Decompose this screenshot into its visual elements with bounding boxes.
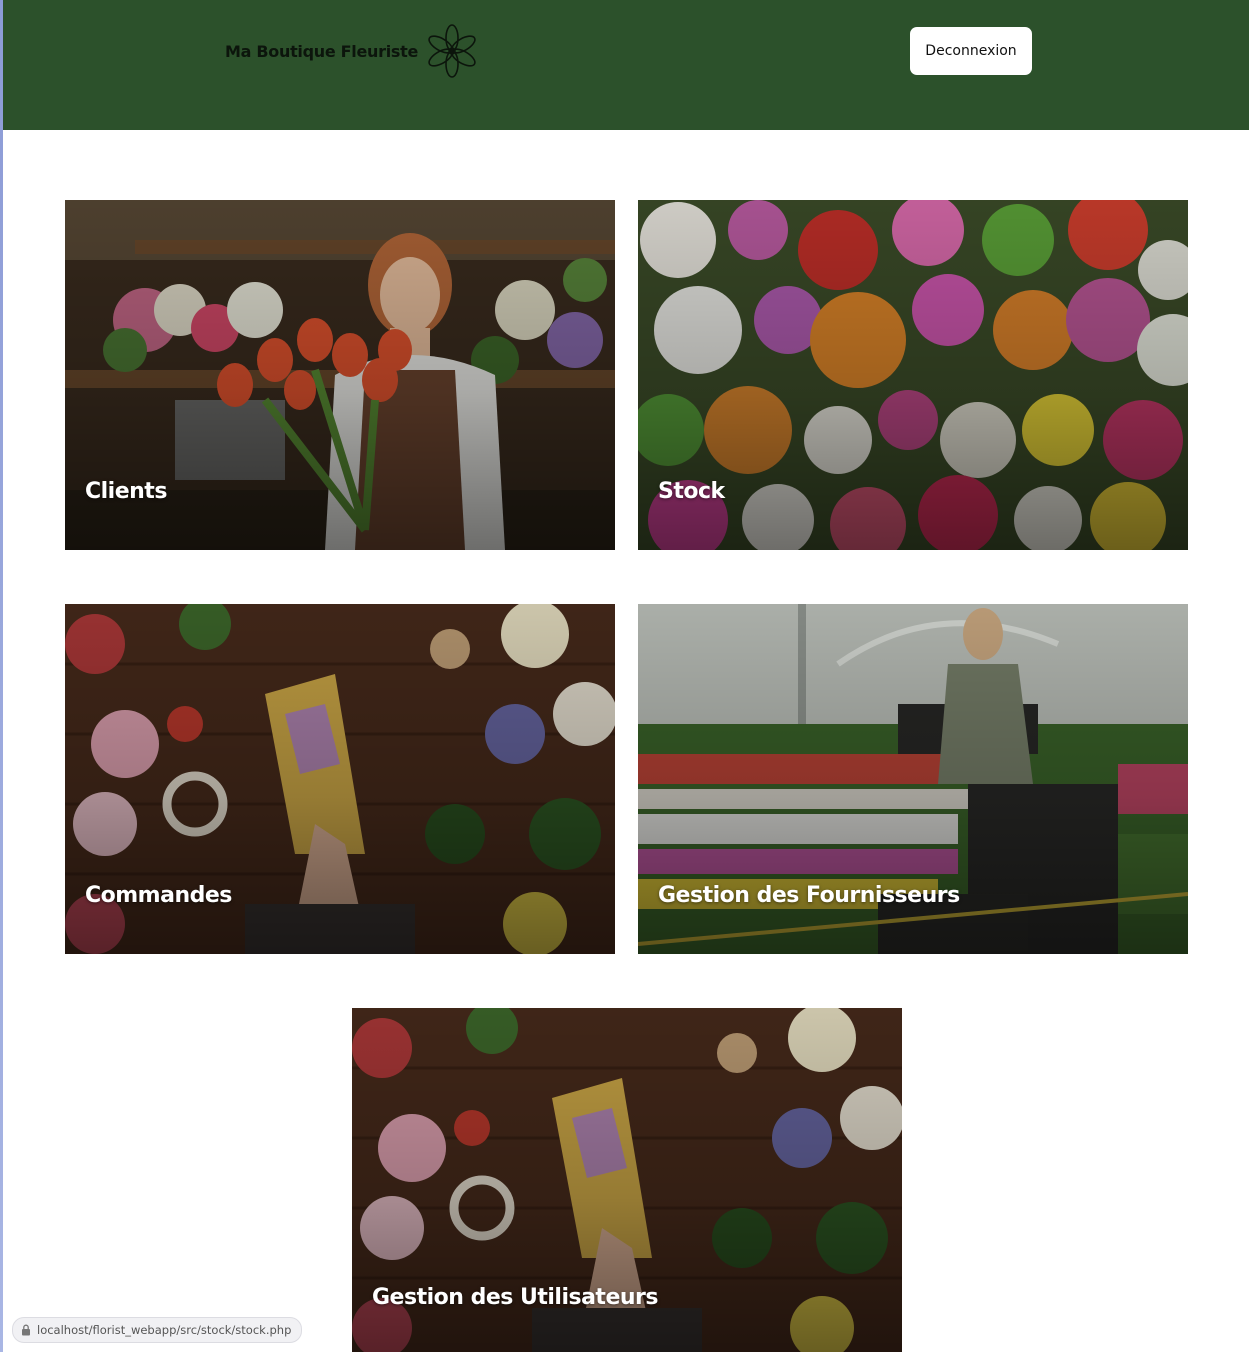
card-label: Gestion des Fournisseurs	[658, 883, 960, 908]
flower-icon	[428, 24, 476, 78]
logout-button[interactable]: Deconnexion	[910, 27, 1032, 75]
card-clients[interactable]: Clients	[65, 200, 615, 550]
lock-icon	[22, 1324, 30, 1336]
card-utilisateurs[interactable]: Gestion des Utilisateurs	[352, 1008, 902, 1352]
card-label: Commandes	[85, 883, 232, 908]
brand-name: Ma Boutique Fleuriste	[225, 41, 419, 61]
top-header: Ma Boutique Fleuriste Deconnexion	[3, 0, 1249, 130]
card-label: Stock	[658, 479, 725, 504]
card-stock[interactable]: Stock	[638, 200, 1188, 550]
brand: Ma Boutique Fleuriste	[225, 22, 478, 80]
card-label: Clients	[85, 479, 167, 504]
status-url-text: localhost/florist_webapp/src/stock/stock…	[37, 1323, 292, 1337]
window-edge	[0, 0, 3, 1352]
status-url-preview: localhost/florist_webapp/src/stock/stock…	[12, 1317, 303, 1343]
card-fournisseurs[interactable]: Gestion des Fournisseurs	[638, 604, 1188, 954]
card-label: Gestion des Utilisateurs	[372, 1285, 658, 1310]
card-commandes[interactable]: Commandes	[65, 604, 615, 954]
